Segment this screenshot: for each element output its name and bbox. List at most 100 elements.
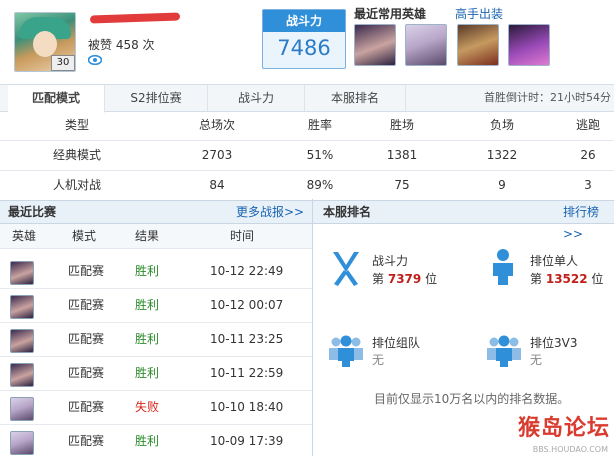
stats-row: 人机对战 84 89% 75 9 3 [0, 171, 614, 201]
stats-header-cell: 类型 [64, 118, 89, 132]
tab-match-mode[interactable]: 匹配模式 [8, 85, 105, 113]
match-time: 10-09 17:39 [210, 434, 284, 448]
forum-watermark: 猴岛论坛 [517, 416, 610, 441]
stats-cell: 人机对战 [52, 178, 101, 192]
match-hero-icon [10, 363, 34, 387]
combat-power-title: 战斗力 [263, 10, 345, 32]
tab-s2-ranked[interactable]: S2排位赛 [105, 85, 208, 111]
forum-watermark-url: BBS.HOUDAO.COM [532, 445, 608, 454]
col-mode: 模式 [72, 229, 97, 243]
recent-hero-4-icon[interactable] [508, 24, 550, 66]
match-result: 胜利 [135, 434, 160, 448]
match-result: 胜利 [135, 264, 160, 278]
rank-number: 7379 [387, 272, 422, 286]
col-result: 结果 [135, 229, 160, 243]
rank-suffix: 位 [591, 272, 604, 286]
level-badge: 30 [51, 55, 75, 71]
rank-team-label: 排位组队 [372, 336, 421, 350]
rank-prefix: 第 [372, 272, 385, 286]
stats-cell: 3 [584, 178, 592, 192]
match-result: 胜利 [135, 366, 160, 380]
combat-power-box: 战斗力 7486 [262, 9, 346, 69]
panel-divider [312, 199, 313, 456]
recent-matches-subheader: 英雄 模式 结果 时间 [0, 224, 312, 249]
match-row[interactable]: 匹配赛 失败 10-10 18:40 [0, 391, 312, 425]
stats-cell: 1322 [486, 148, 518, 162]
match-hero-icon [10, 329, 34, 353]
rank-prefix: 第 [530, 272, 543, 286]
rank-power-value: 第 7379 位 [372, 270, 437, 287]
stats-cell: 经典模式 [52, 148, 101, 162]
match-row[interactable]: 匹配赛 胜利 10-12 22:49 [0, 255, 312, 289]
rank-note: 目前仅显示10万名以内的排名数据。 [374, 392, 570, 406]
match-hero-icon [10, 431, 34, 455]
match-mode: 匹配赛 [68, 434, 105, 448]
rank-power-label: 战斗力 [372, 254, 409, 268]
recent-hero-3-icon[interactable] [457, 24, 499, 66]
match-hero-icon [10, 295, 34, 319]
stats-header-cell: 胜场 [389, 118, 414, 132]
stats-header-cell: 总场次 [198, 118, 235, 132]
stats-cell: 9 [498, 178, 506, 192]
sword-icon [333, 252, 359, 286]
recent-matches-title: 最近比赛 [8, 205, 57, 219]
first-win-countdown: 首胜倒计时：21小时54分 [484, 91, 611, 104]
match-mode: 匹配赛 [68, 264, 105, 278]
stats-row: 经典模式 2703 51% 1381 1322 26 [0, 141, 614, 171]
match-row[interactable]: 匹配赛 胜利 10-12 00:07 [0, 289, 312, 323]
stats-cell: 75 [394, 178, 410, 192]
match-list: 匹配赛 胜利 10-12 22:49 匹配赛 胜利 10-12 00:07 匹配… [0, 255, 312, 456]
server-rank-header: 本服排名 排行榜>> [313, 200, 614, 241]
combat-power-value: 7486 [277, 36, 331, 60]
likes-count: 被赞 458 次 [88, 38, 155, 52]
player-avatar: 30 [14, 12, 76, 72]
match-mode: 匹配赛 [68, 366, 105, 380]
match-time: 10-12 00:07 [210, 298, 284, 312]
match-row[interactable]: 匹配赛 胜利 10-09 17:39 [0, 425, 312, 456]
rank-3v3-label: 排位3V3 [530, 336, 578, 350]
stats-cell: 2703 [201, 148, 233, 162]
more-reports-link[interactable]: 更多战报>> [236, 201, 304, 223]
col-hero: 英雄 [12, 229, 37, 243]
server-rank-title: 本服排名 [323, 205, 372, 219]
stats-header-cell: 负场 [489, 118, 514, 132]
recent-hero-1-icon[interactable] [354, 24, 396, 66]
recent-matches-header: 最近比赛 更多战报>> [0, 200, 312, 224]
master-build-link[interactable]: 高手出装 [455, 5, 503, 22]
match-mode: 匹配赛 [68, 332, 105, 346]
match-result: 胜利 [135, 332, 160, 346]
player-name-redacted [89, 12, 181, 24]
match-row[interactable]: 匹配赛 胜利 10-11 23:25 [0, 323, 312, 357]
rank-3v3-value: 无 [530, 353, 543, 367]
match-hero-icon [10, 397, 34, 421]
match-time: 10-11 22:59 [210, 366, 284, 380]
rank-team-value: 无 [372, 353, 385, 367]
stats-cell: 26 [580, 148, 596, 162]
leaderboard-link[interactable]: 排行榜>> [563, 201, 614, 245]
match-time: 10-11 23:25 [210, 332, 284, 346]
recent-heroes-label: 最近常用英雄 [354, 7, 427, 21]
stats-cell: 1381 [386, 148, 418, 162]
group-icon [329, 335, 363, 367]
tab-server-rank[interactable]: 本服排名 [305, 85, 406, 111]
match-time: 10-10 18:40 [210, 400, 284, 414]
stats-cell: 51% [306, 148, 334, 162]
team3v3-icon [487, 335, 521, 367]
avatar-face [33, 31, 57, 57]
eye-icon[interactable] [88, 55, 102, 65]
stats-cell: 89% [306, 178, 334, 192]
rank-suffix: 位 [425, 272, 438, 286]
rank-solo-value: 第 13522 位 [530, 270, 603, 287]
person-icon [493, 249, 513, 285]
tab-combat-power[interactable]: 战斗力 [208, 85, 305, 111]
match-mode: 匹配赛 [68, 298, 105, 312]
col-time: 时间 [230, 229, 255, 243]
match-result: 胜利 [135, 298, 160, 312]
stats-header-cell: 胜率 [307, 118, 332, 132]
match-result: 失败 [135, 400, 160, 414]
match-hero-icon [10, 261, 34, 285]
match-row[interactable]: 匹配赛 胜利 10-11 22:59 [0, 357, 312, 391]
recent-hero-2-icon[interactable] [405, 24, 447, 66]
stats-header-row: 类型 总场次 胜率 胜场 负场 逃跑 [0, 111, 614, 141]
match-mode: 匹配赛 [68, 400, 105, 414]
